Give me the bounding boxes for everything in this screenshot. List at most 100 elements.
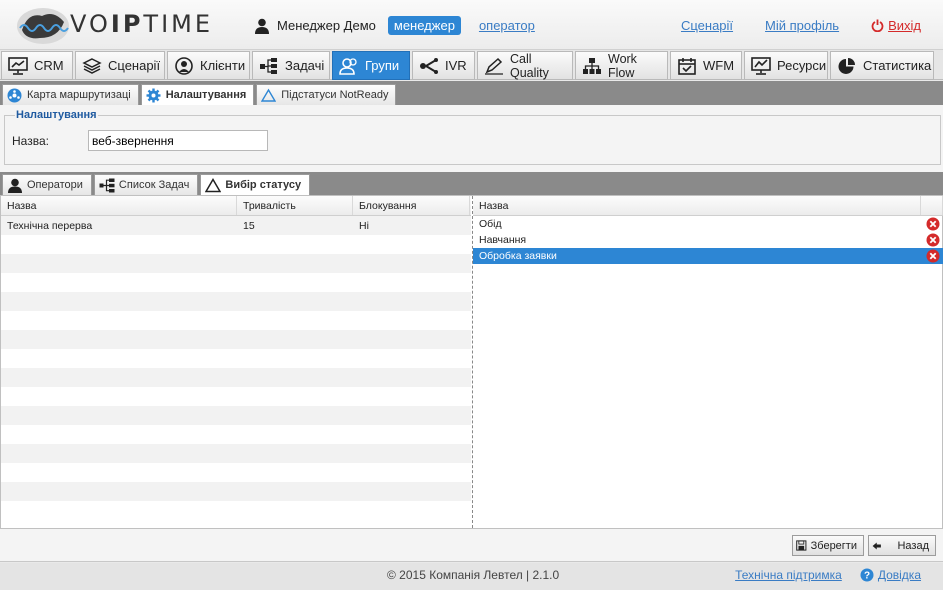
scenarios-link[interactable]: Сценарії (681, 18, 733, 33)
empty-row (1, 311, 471, 330)
status-name: Обід (479, 218, 502, 230)
empty-row (1, 330, 471, 349)
menu-item-ivr[interactable]: IVR (412, 51, 475, 80)
menu-label-statistics: Статистика (863, 58, 932, 73)
table-row[interactable]: Технічна перерва 15 Ні (1, 216, 471, 235)
status-panels: Назва Тривалість Блокування Технічна пер… (0, 195, 943, 529)
empty-row (1, 444, 471, 463)
empty-row (1, 501, 471, 520)
role-manager-badge[interactable]: менеджер (387, 16, 461, 35)
col-header-name[interactable]: Назва (473, 196, 921, 215)
power-icon (871, 19, 884, 32)
empty-row (1, 349, 471, 368)
name-label: Назва: (12, 134, 49, 148)
routing-map-icon (7, 88, 22, 103)
menu-item-clients[interactable]: Клієнти (167, 51, 250, 80)
group-sub-tabs: Карта маршрутизаці Налаштування Підстату… (0, 81, 943, 105)
task-list-icon (99, 178, 115, 193)
menu-item-call-quality[interactable]: Call Quality (477, 51, 573, 80)
logo-text: VOIPTIME (70, 10, 214, 38)
selected-statuses-grid: Назва Обід Навчання Обробка заявки (472, 196, 943, 528)
menu-item-work-flow[interactable]: Work Flow (575, 51, 668, 80)
group-icon (339, 57, 359, 75)
empty-row (1, 292, 471, 311)
app-footer: © 2015 Компанія Левтел | 2.1.0 Технічна … (0, 563, 943, 590)
tab-label-status-selection: Вибір статусу (225, 179, 302, 191)
settings-inner-tabs: Оператори Список Задач Вибір статусу (0, 172, 943, 195)
left-table-body: Технічна перерва 15 Ні (1, 216, 471, 520)
arrow-left-icon (872, 541, 881, 550)
menu-item-groups[interactable]: Групи (332, 51, 410, 80)
tab-label-settings: Налаштування (165, 89, 247, 101)
help-label: Довідка (877, 568, 921, 582)
action-bar: Зберегти Назад (0, 529, 943, 562)
menu-label-tasks: Задачі (285, 58, 325, 73)
tab-task-list[interactable]: Список Задач (93, 174, 199, 195)
menu-item-statistics[interactable]: Статистика (830, 51, 934, 80)
cell-blocking: Ні (359, 219, 369, 232)
menu-label-crm: CRM (34, 58, 64, 73)
empty-row (1, 273, 471, 292)
empty-row (1, 482, 471, 501)
tab-operators[interactable]: Оператори (2, 174, 92, 195)
cell-duration: 15 (243, 219, 255, 232)
layers-icon (82, 57, 102, 75)
logout-link[interactable]: Вихід (871, 18, 921, 33)
available-statuses-grid: Назва Тривалість Блокування Технічна пер… (1, 196, 471, 528)
menu-label-ivr: IVR (445, 58, 467, 73)
profile-link[interactable]: Мій профіль (765, 18, 839, 33)
tab-status-selection[interactable]: Вибір статусу (200, 174, 311, 195)
right-table-header: Назва (473, 196, 943, 216)
tab-label-operators: Оператори (27, 179, 83, 191)
app-header: VOIPTIME Менеджер Демо менеджер оператор… (0, 0, 943, 50)
menu-item-crm[interactable]: CRM (1, 51, 73, 80)
empty-row (1, 368, 471, 387)
save-label: Зберегти (810, 539, 857, 552)
resources-chart-icon (751, 56, 771, 75)
back-button[interactable]: Назад (868, 535, 936, 556)
tab-label-notready-substatuses: Підстатуси NotReady (281, 89, 389, 101)
triangle-icon (205, 177, 222, 193)
voiptime-logo-icon (17, 8, 69, 44)
delete-icon[interactable] (926, 249, 940, 263)
col-header-blocking[interactable]: Блокування (353, 196, 470, 215)
save-button[interactable]: Зберегти (792, 535, 864, 556)
logout-label: Вихід (888, 18, 921, 33)
tab-notready-substatuses[interactable]: Підстатуси NotReady (256, 84, 397, 105)
delete-icon[interactable] (926, 217, 940, 231)
list-item-selected[interactable]: Обробка заявки (473, 248, 943, 264)
tasks-tree-icon (259, 57, 279, 75)
user-block: Менеджер Демо менеджер оператор (255, 16, 535, 35)
left-table-header: Назва Тривалість Блокування (1, 196, 471, 216)
menu-item-scenarios[interactable]: Сценарії (75, 51, 165, 80)
role-operator-link[interactable]: оператор (479, 18, 535, 33)
group-name-input[interactable] (88, 130, 268, 151)
col-header-duration[interactable]: Тривалість (237, 196, 353, 215)
copyright-text: © 2015 Компанія Левтел | 2.1.0 (387, 568, 560, 582)
menu-item-resources[interactable]: Ресурси (744, 51, 828, 80)
menu-label-call-quality: Call Quality (510, 51, 549, 80)
menu-label-work-flow: Work Flow (608, 51, 637, 80)
list-item[interactable]: Навчання (473, 232, 943, 248)
tab-label-task-list: Список Задач (118, 179, 190, 191)
header-links: Сценарії Мій профіль Вихід (681, 18, 921, 33)
user-name: Менеджер Демо (277, 18, 376, 33)
delete-icon[interactable] (926, 233, 940, 247)
menu-label-scenarios: Сценарії (108, 58, 161, 73)
gear-icon (146, 88, 161, 103)
back-label: Назад (897, 539, 929, 552)
help-icon: ? (860, 568, 874, 582)
list-item[interactable]: Обід (473, 216, 943, 232)
tab-routing-map[interactable]: Карта маршрутизаці (2, 84, 139, 105)
menu-item-tasks[interactable]: Задачі (252, 51, 330, 80)
empty-row (1, 235, 471, 254)
menu-label-resources: Ресурси (777, 58, 827, 73)
status-name: Обробка заявки (479, 250, 557, 262)
hierarchy-icon (582, 57, 602, 75)
col-header-name[interactable]: Назва (1, 196, 237, 215)
floppy-icon (796, 540, 807, 551)
tab-settings[interactable]: Налаштування (140, 84, 255, 105)
help-link[interactable]: ? Довідка (860, 568, 921, 582)
menu-item-wfm[interactable]: WFM (670, 51, 742, 80)
support-link[interactable]: Технічна підтримка (735, 568, 842, 582)
